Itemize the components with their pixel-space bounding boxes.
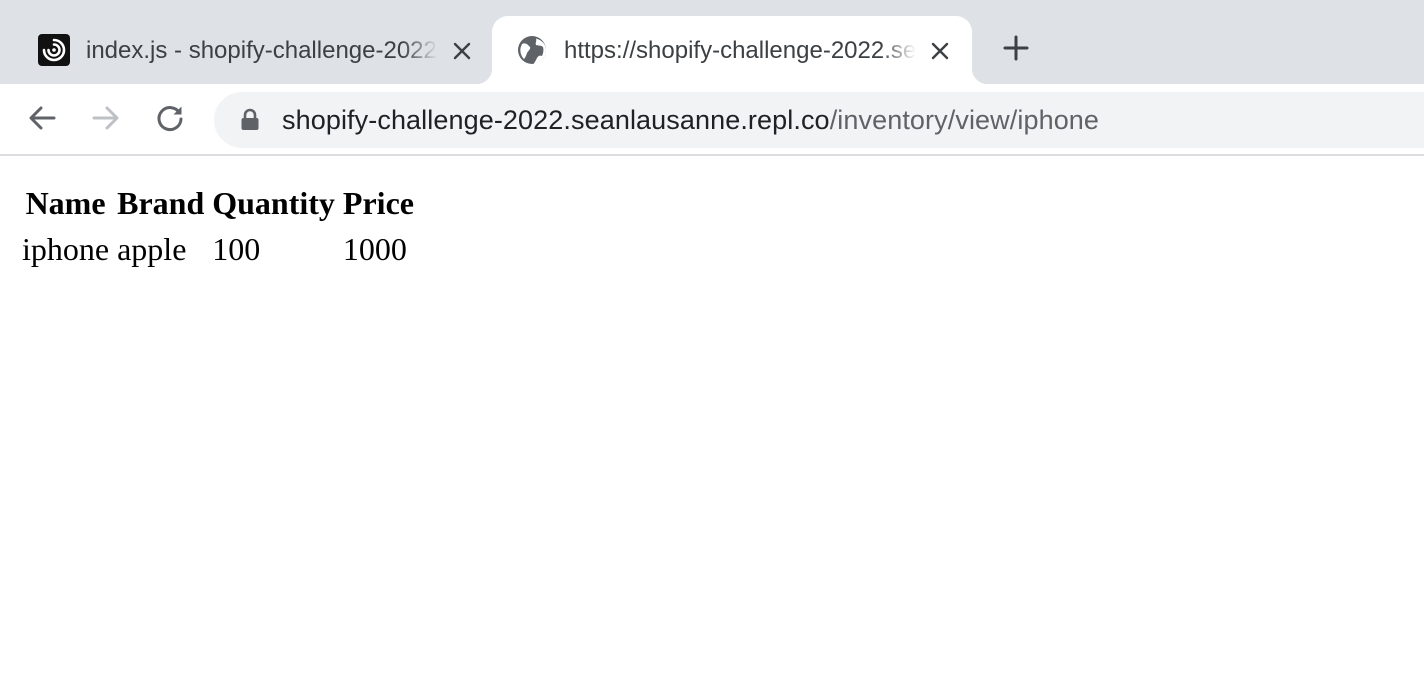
column-header-price: Price — [342, 185, 414, 221]
close-tab-icon[interactable] — [927, 38, 953, 64]
address-bar[interactable]: shopify-challenge-2022.seanlausanne.repl… — [214, 92, 1424, 148]
tab-title: https://shopify-challenge-2022.seanlausa… — [564, 36, 916, 66]
tab-inventory-page[interactable]: https://shopify-challenge-2022.seanlausa… — [476, 16, 988, 84]
reload-button[interactable] — [150, 100, 190, 140]
column-header-brand: Brand — [117, 185, 205, 221]
lock-icon[interactable] — [238, 108, 262, 132]
cell-quantity: 100 — [212, 231, 261, 267]
url-path: /inventory/view/iphone — [829, 105, 1100, 135]
cell-brand: apple — [117, 231, 187, 267]
reload-icon — [155, 103, 185, 138]
table-row: iphone apple 100 1000 — [20, 228, 416, 270]
forward-button[interactable] — [86, 100, 126, 140]
arrow-right-icon — [91, 103, 121, 138]
page-content: Name Brand Quantity Price iphone apple 1… — [0, 158, 1424, 676]
replit-logo-icon — [38, 34, 70, 66]
new-tab-button[interactable] — [996, 30, 1036, 70]
globe-icon — [516, 34, 548, 66]
plus-icon — [1003, 35, 1029, 66]
cell-price: 1000 — [342, 231, 407, 267]
tab-replit[interactable]: index.js - shopify-challenge-2022 - Repl… — [0, 16, 492, 84]
close-tab-icon[interactable] — [449, 38, 475, 64]
column-header-name: Name — [25, 185, 106, 221]
cell-name: iphone — [22, 231, 110, 267]
url-host: shopify-challenge-2022.seanlausanne.repl… — [282, 105, 830, 135]
back-button[interactable] — [22, 100, 62, 140]
column-header-quantity: Quantity — [212, 185, 335, 221]
arrow-left-icon — [27, 103, 57, 138]
browser-toolbar: shopify-challenge-2022.seanlausanne.repl… — [0, 84, 1424, 156]
inventory-table: Name Brand Quantity Price iphone apple 1… — [16, 178, 420, 274]
tab-title: index.js - shopify-challenge-2022 - Repl… — [86, 36, 438, 66]
url-text[interactable]: shopify-challenge-2022.seanlausanne.repl… — [282, 105, 1099, 135]
table-header-row: Name Brand Quantity Price — [20, 182, 416, 224]
tab-strip: index.js - shopify-challenge-2022 - Repl… — [0, 0, 1424, 84]
